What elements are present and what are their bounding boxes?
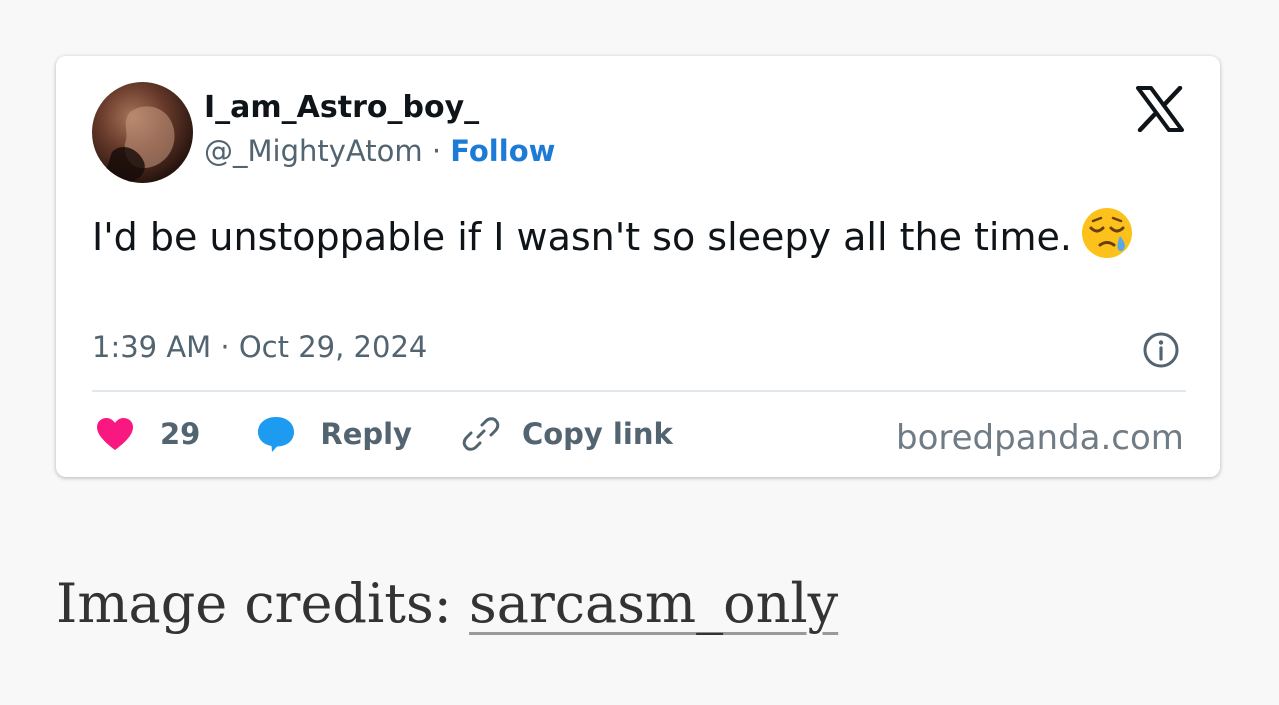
like-button[interactable]: 29 [96,417,200,451]
copy-link-label: Copy link [521,417,673,451]
divider [92,390,1186,392]
tweet-text: I'd be unstoppable if I wasn't so sleepy… [92,206,1152,273]
like-count: 29 [160,417,201,451]
sleepy-face-icon [1080,206,1134,273]
reply-label: Reply [320,417,412,451]
site-watermark[interactable]: boredpanda.com [896,418,1184,458]
tweet-actions: 29 Reply Copy link [96,412,673,456]
handle-separator: · [431,134,442,168]
link-icon [462,417,500,451]
copy-link-button[interactable]: Copy link [462,415,673,453]
tweet-timestamp[interactable]: 1:39 AM · Oct 29, 2024 [92,330,427,364]
speech-bubble-icon [258,417,295,452]
tweet-text-body: I'd be unstoppable if I wasn't so sleepy… [92,215,1072,259]
follow-button[interactable]: Follow [450,134,555,168]
image-credits: Image credits: sarcasm_only [56,572,838,635]
reply-button[interactable]: Reply [256,415,412,453]
info-icon[interactable] [1141,330,1181,370]
display-name[interactable]: I_am_Astro_boy_ [204,90,479,125]
credits-link[interactable]: sarcasm_only [469,572,838,635]
heart-icon [97,418,133,450]
user-handle[interactable]: @_MightyAtom [204,134,423,168]
handle-line: @_MightyAtom · Follow [204,134,555,168]
tweet-card: I_am_Astro_boy_ @_MightyAtom · Follow I'… [56,56,1220,477]
avatar[interactable] [92,82,193,183]
x-logo-icon[interactable] [1136,85,1184,133]
credits-prefix: Image credits: [56,572,470,635]
